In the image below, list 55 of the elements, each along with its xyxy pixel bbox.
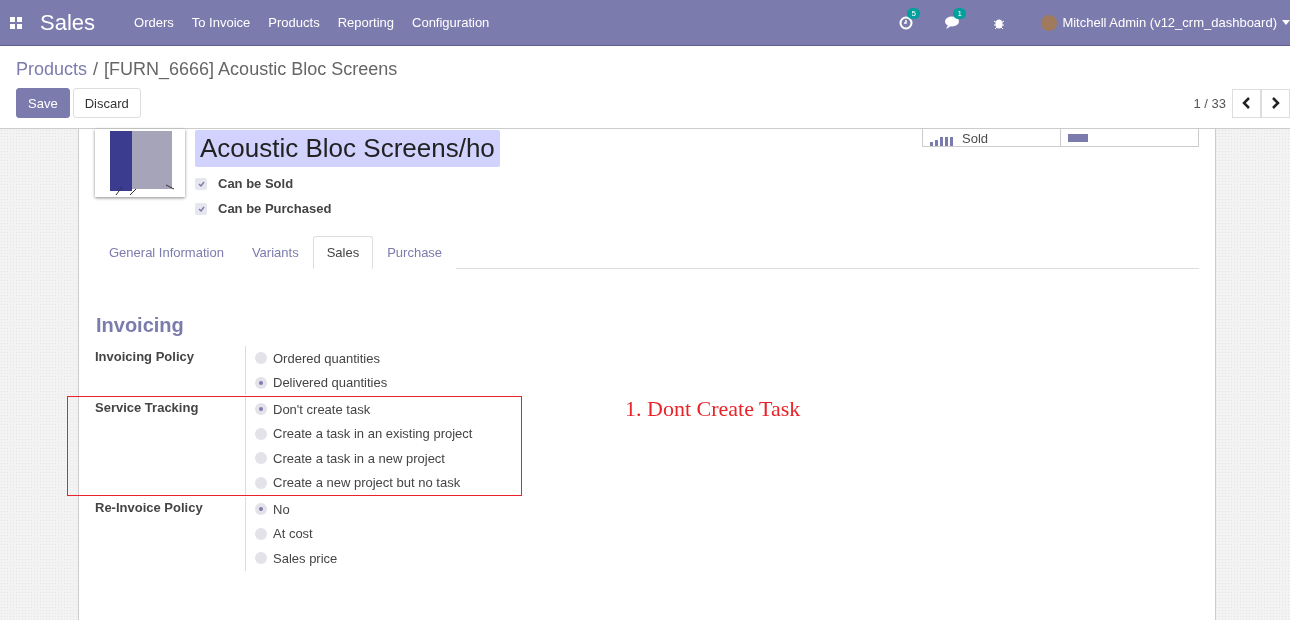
radio-label: Delivered quantities bbox=[273, 375, 388, 391]
annotation-note: 1. Dont Create Task bbox=[625, 396, 801, 422]
radio-button[interactable] bbox=[255, 503, 267, 516]
section-title: Invoicing bbox=[96, 314, 185, 337]
avatar-icon bbox=[1041, 14, 1058, 31]
form-tab[interactable]: Sales bbox=[312, 236, 374, 269]
product-name-field[interactable]: Acoustic Bloc Screens/ho bbox=[195, 130, 500, 167]
previous-button[interactable] bbox=[1232, 88, 1261, 118]
message-count: 1 bbox=[953, 8, 966, 19]
apps-menu-icon[interactable] bbox=[10, 16, 22, 29]
field-label: Invoicing Policy bbox=[95, 348, 195, 366]
menu-item[interactable]: Orders bbox=[125, 15, 183, 30]
menu-item[interactable]: Reporting bbox=[328, 15, 403, 30]
save-button[interactable]: Save bbox=[16, 88, 70, 118]
radio-label: Sales price bbox=[273, 550, 338, 566]
breadcrumb-current: [FURN_6666] Acoustic Bloc Screens bbox=[104, 59, 398, 80]
toggle-icon bbox=[1068, 134, 1088, 142]
menu-item[interactable]: Products bbox=[259, 15, 329, 30]
checkbox[interactable] bbox=[195, 177, 207, 190]
user-menu[interactable]: Mitchell Admin (v12_crm_dashboard) bbox=[1023, 14, 1290, 31]
breadcrumb-separator: / bbox=[93, 59, 99, 80]
radio-button[interactable] bbox=[255, 552, 267, 565]
chat-icon[interactable] bbox=[945, 16, 962, 29]
field-label: Service Tracking bbox=[95, 399, 200, 417]
radio-label: Ordered quantities bbox=[273, 350, 380, 366]
radio-label: Create a new project but no task bbox=[273, 475, 461, 491]
radio-button[interactable] bbox=[255, 403, 267, 416]
chevron-right-icon bbox=[1271, 97, 1280, 109]
radio-button[interactable] bbox=[255, 452, 267, 465]
radio-button[interactable] bbox=[255, 376, 267, 389]
app-title: Sales bbox=[40, 9, 96, 36]
caret-icon bbox=[1282, 20, 1290, 25]
checkbox-label: Can be Sold bbox=[218, 176, 294, 191]
radio-button[interactable] bbox=[255, 427, 267, 440]
bar-chart-icon bbox=[930, 137, 954, 146]
radio-label: At cost bbox=[273, 526, 313, 542]
radio-button[interactable] bbox=[255, 527, 267, 540]
next-button[interactable] bbox=[1261, 88, 1290, 118]
radio-button[interactable] bbox=[255, 352, 267, 365]
menu-item[interactable]: Configuration bbox=[403, 15, 499, 30]
radio-label: No bbox=[273, 501, 290, 517]
radio-button[interactable] bbox=[255, 476, 267, 489]
clock-icon[interactable] bbox=[899, 15, 914, 30]
checkbox[interactable] bbox=[195, 202, 207, 215]
checkbox-label: Can be Purchased bbox=[218, 201, 332, 216]
radio-label: Create a task in a new project bbox=[273, 450, 445, 466]
radio-label: Don't create task bbox=[273, 401, 371, 417]
activity-count: 5 bbox=[907, 7, 920, 19]
discard-button[interactable]: Discard bbox=[72, 88, 141, 118]
menu-item[interactable]: To Invoice bbox=[182, 15, 260, 30]
chevron-left-icon bbox=[1242, 97, 1251, 109]
field-label: Re-Invoice Policy bbox=[95, 499, 204, 517]
pager-value: 1 / 33 bbox=[1193, 95, 1226, 111]
radio-label: Create a task in an existing project bbox=[273, 426, 473, 442]
breadcrumb-link[interactable]: Products bbox=[16, 59, 88, 80]
